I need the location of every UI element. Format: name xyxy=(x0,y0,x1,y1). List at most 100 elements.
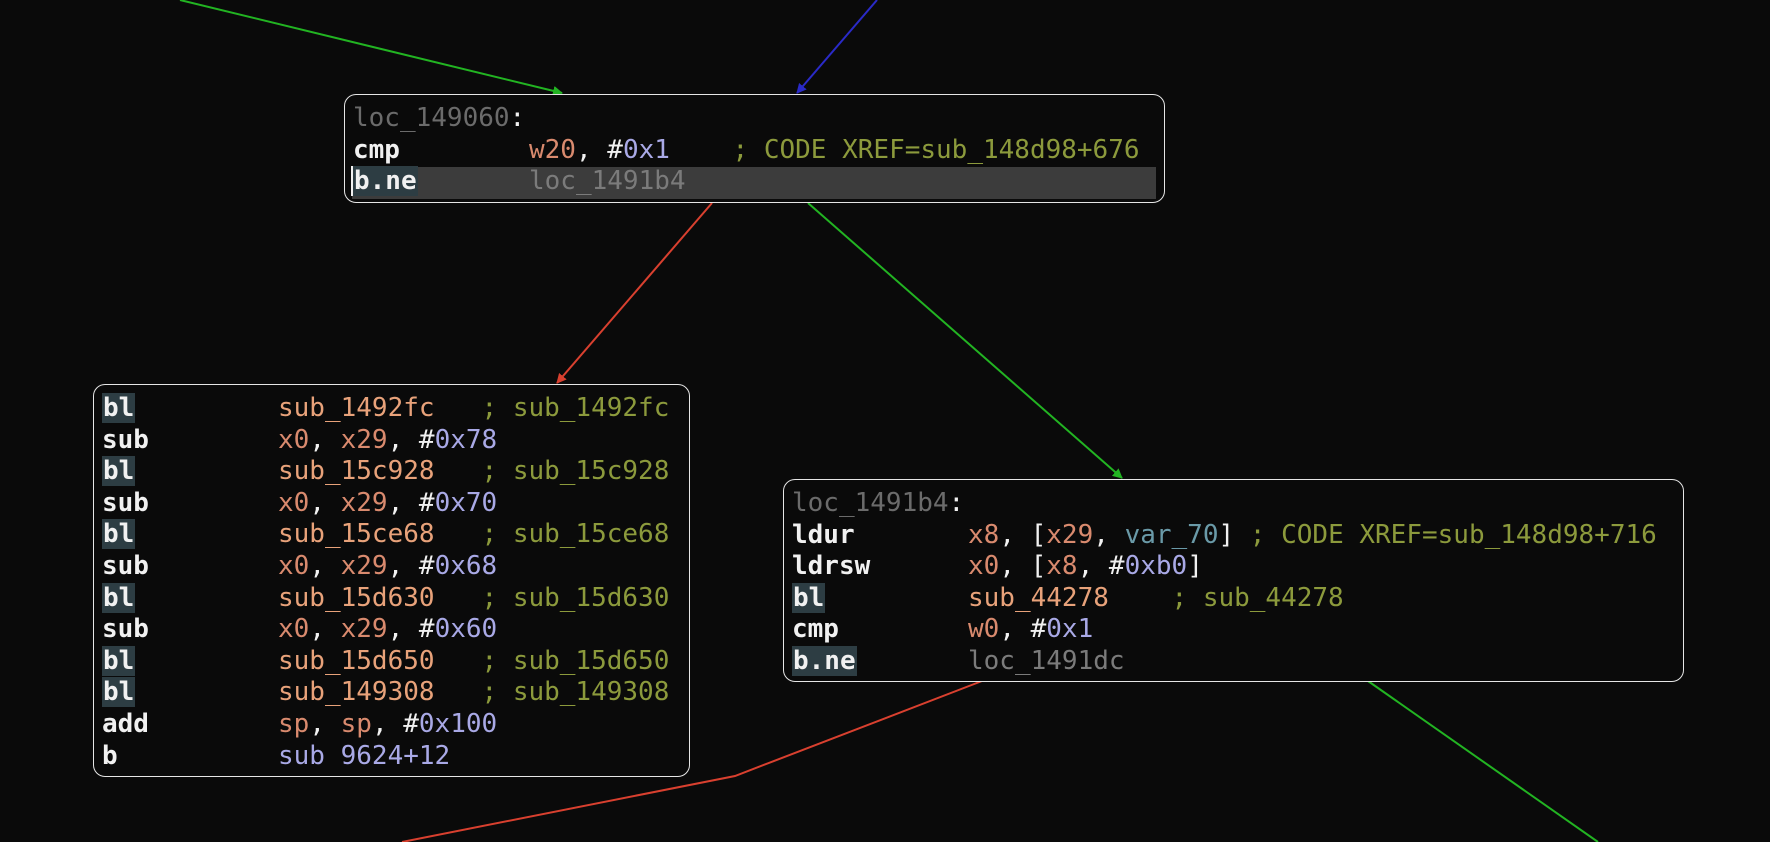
edge-out-loc-1491b4-green xyxy=(1367,680,1599,842)
call-target[interactable]: sub_15d630 xyxy=(278,583,435,613)
mnemonic-text: bl xyxy=(102,393,136,423)
instruction-operands: x0, [x8, #0xb0] xyxy=(968,551,1203,583)
register-operand: x29 xyxy=(340,614,388,645)
instruction-mnemonic[interactable]: b xyxy=(102,741,278,773)
mnemonic-text: bl xyxy=(102,519,136,550)
register-operand: x0 xyxy=(278,614,310,645)
instruction-mnemonic[interactable]: b.ne xyxy=(792,645,968,678)
block-call-sequence[interactable]: bl sub_1492fc ; sub_1492fc sub x0, x29, #0x… xyxy=(93,384,690,777)
instruction-operands: sub_15ce68 ; sub_15ce68 xyxy=(278,519,669,551)
instruction-mnemonic[interactable]: sub xyxy=(102,425,278,457)
instruction-mnemonic[interactable]: bl xyxy=(102,519,278,551)
mnemonic-text: b.ne xyxy=(351,166,418,197)
instruction-row[interactable]: bl sub_1492fc ; sub_1492fc xyxy=(102,393,681,425)
call-target[interactable]: sub_15c928 xyxy=(278,456,435,486)
edge-true-to-loc-1491b4 xyxy=(807,202,1123,479)
block-label-text: loc_149060 xyxy=(353,103,510,133)
immediate-prefix: # xyxy=(418,550,435,581)
mnemonic-text: bl xyxy=(102,582,136,613)
instruction-operands: sp, sp, #0x100 xyxy=(278,709,497,741)
punctuation xyxy=(435,646,482,676)
block-label[interactable]: loc_1491b4: xyxy=(792,488,1675,520)
register-operand: x29 xyxy=(340,424,388,455)
instruction-row[interactable]: b.ne loc_1491dc xyxy=(792,645,1675,678)
call-target[interactable]: sub_44278 xyxy=(968,583,1109,613)
instruction-mnemonic[interactable]: ldur xyxy=(792,520,968,552)
punctuation: , xyxy=(309,487,341,518)
mnemonic-text: ldur xyxy=(792,519,855,550)
instruction-row[interactable]: sub x0, x29, #0x70 xyxy=(102,488,681,520)
block-loc-1491b4[interactable]: loc_1491b4: ldur x8, [x29, var_70] ; CODE … xyxy=(783,479,1684,682)
mnemonic-text: cmp xyxy=(353,134,400,165)
stack-variable[interactable]: var_70 xyxy=(1125,520,1219,550)
mnemonic-text: sub xyxy=(102,487,149,518)
instruction-row[interactable]: add sp, sp, #0x100 xyxy=(102,709,681,741)
edge-into-loc-149060-green xyxy=(179,0,563,96)
instruction-mnemonic[interactable]: bl xyxy=(102,582,278,615)
comment: ; CODE XREF=sub_148d98+676 xyxy=(732,134,1140,165)
punctuation: ] xyxy=(1187,551,1203,582)
instruction-row[interactable]: bl sub_44278 ; sub_44278 xyxy=(792,582,1675,615)
instruction-mnemonic[interactable]: bl xyxy=(792,582,968,615)
instruction-operands: sub 9624+12 xyxy=(278,741,450,773)
block-label-colon: : xyxy=(509,103,526,133)
call-target[interactable]: sub_149308 xyxy=(278,677,435,707)
instruction-operands: sub_15c928 ; sub_15c928 xyxy=(278,456,669,488)
instruction-mnemonic[interactable]: ldrsw xyxy=(792,551,968,583)
instruction-mnemonic[interactable]: bl xyxy=(102,393,278,425)
instruction-mnemonic[interactable]: sub xyxy=(102,551,278,583)
jump-target[interactable]: sub 9624+12 xyxy=(278,741,450,771)
instruction-mnemonic[interactable]: add xyxy=(102,709,278,741)
instruction-row[interactable]: b sub 9624+12 xyxy=(102,741,681,773)
instruction-mnemonic[interactable]: bl xyxy=(102,677,278,709)
instruction-row[interactable]: bl sub_15d650 ; sub_15d650 xyxy=(102,645,681,678)
block-loc-149060[interactable]: loc_149060: cmp w20, #0x1 ; CODE XREF=sub_… xyxy=(344,94,1165,203)
instruction-row[interactable]: cmp w20, #0x1 ; CODE XREF=sub_148d98+676 xyxy=(353,135,1156,167)
punctuation: , [ xyxy=(999,519,1047,550)
instruction-row[interactable]: sub x0, x29, #0x78 xyxy=(102,425,681,457)
instruction-mnemonic[interactable]: sub xyxy=(102,488,278,520)
instruction-row[interactable]: bl sub_149308 ; sub_149308 xyxy=(102,677,681,709)
punctuation: , xyxy=(387,550,419,581)
instruction-operands: sub_149308 ; sub_149308 xyxy=(278,677,669,709)
instruction-row[interactable]: cmp w0, #0x1 xyxy=(792,614,1675,646)
immediate-value: 0x100 xyxy=(418,708,498,739)
branch-target[interactable]: loc_1491dc xyxy=(968,646,1125,676)
register-operand: x0 xyxy=(278,424,310,455)
instruction-row[interactable]: bl sub_15c928 ; sub_15c928 xyxy=(102,456,681,488)
mnemonic-text: b.ne xyxy=(792,645,857,676)
instruction-mnemonic[interactable]: b.ne xyxy=(351,166,529,198)
instruction-operands: x0, x29, #0x70 xyxy=(278,488,497,520)
instruction-row[interactable]: ldrsw x0, [x8, #0xb0] xyxy=(792,551,1675,583)
punctuation xyxy=(435,677,482,707)
branch-target[interactable]: loc_1491b4 xyxy=(529,166,686,196)
instruction-row[interactable]: sub x0, x29, #0x68 xyxy=(102,551,681,583)
call-target[interactable]: sub_15d650 xyxy=(278,646,435,676)
instruction-row[interactable]: bl sub_15d630 ; sub_15d630 xyxy=(102,582,681,615)
register-operand: x8 xyxy=(1046,551,1078,582)
instruction-operands: loc_1491dc xyxy=(968,646,1125,678)
mnemonic-text: cmp xyxy=(792,614,839,645)
instruction-mnemonic[interactable]: cmp xyxy=(792,614,968,646)
punctuation: , [ xyxy=(999,551,1047,582)
instruction-operands: loc_1491b4 xyxy=(529,166,686,198)
register-operand: sp xyxy=(278,708,310,739)
instruction-mnemonic[interactable]: cmp xyxy=(353,135,529,167)
comment: ; sub_15ce68 xyxy=(481,519,670,550)
call-target[interactable]: sub_1492fc xyxy=(278,393,435,423)
edge-false-to-call-block xyxy=(556,202,713,384)
instruction-row[interactable]: ldur x8, [x29, var_70] ; CODE XREF=sub_14… xyxy=(792,520,1675,552)
block-label[interactable]: loc_149060: xyxy=(353,103,1156,135)
call-target[interactable]: sub_15ce68 xyxy=(278,519,435,549)
block-label-colon: : xyxy=(948,488,965,518)
instruction-mnemonic[interactable]: bl xyxy=(102,645,278,678)
register-operand: w0 xyxy=(968,614,1000,645)
mnemonic-text: bl xyxy=(792,582,826,613)
instruction-row[interactable]: sub x0, x29, #0x60 xyxy=(102,614,681,646)
comment: ; sub_44278 xyxy=(1171,582,1344,613)
instruction-mnemonic[interactable]: bl xyxy=(102,456,278,488)
mnemonic-text: sub xyxy=(102,424,149,455)
instruction-mnemonic[interactable]: sub xyxy=(102,614,278,646)
instruction-row[interactable]: b.ne loc_1491b4 xyxy=(351,166,1156,199)
instruction-row[interactable]: bl sub_15ce68 ; sub_15ce68 xyxy=(102,519,681,551)
